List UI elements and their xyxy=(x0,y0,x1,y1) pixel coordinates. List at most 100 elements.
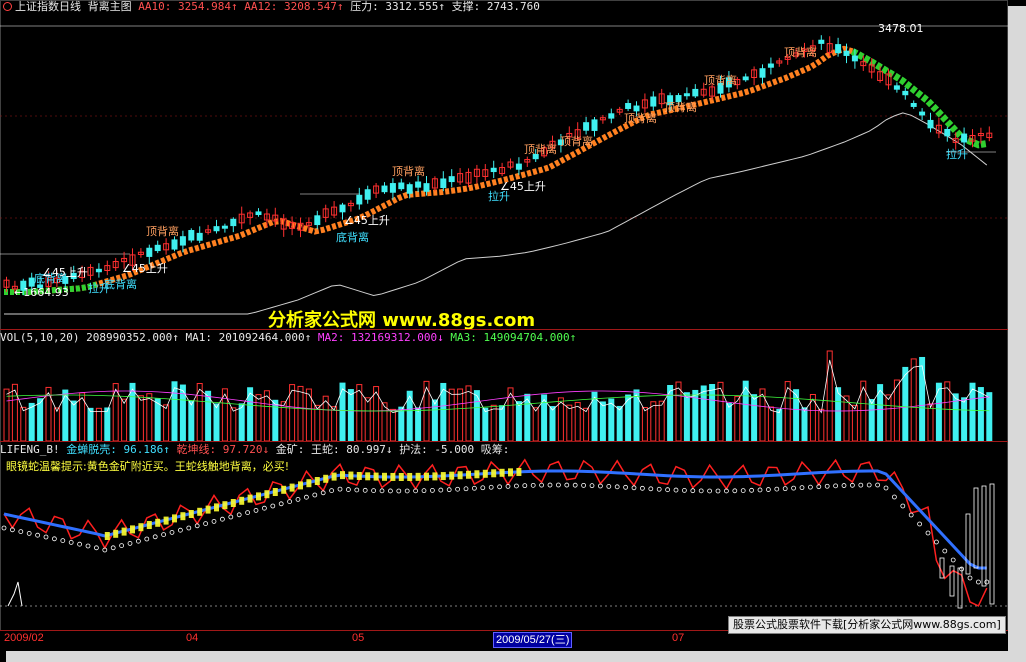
candle xyxy=(944,128,951,137)
wangshe-dot xyxy=(219,516,225,522)
wangshe-dot xyxy=(354,487,360,493)
ind-jinkuang: 金矿: xyxy=(275,443,305,456)
indicator-chart[interactable] xyxy=(0,456,1008,630)
jinkuang-bar xyxy=(348,471,354,480)
panel-separator xyxy=(0,329,1008,330)
jinkuang-bar xyxy=(272,488,278,496)
wangshe-dot xyxy=(539,482,544,488)
jinkuang-bar xyxy=(382,472,387,481)
chart-annotation: 顶背离 xyxy=(704,74,737,87)
volume-bar xyxy=(515,401,522,441)
candle xyxy=(490,167,497,173)
main-header: 上证指数日线 背离主图 AA10: 3254.984↑ AA12: 3208.5… xyxy=(15,0,540,14)
volume-bar xyxy=(885,394,892,441)
volume-bar xyxy=(751,394,758,441)
jinkuang-bar xyxy=(482,469,488,478)
wangshe-dot xyxy=(648,486,654,492)
jinkuang-bar xyxy=(130,525,135,534)
jinchan-line xyxy=(3,469,987,570)
wangshe-dot xyxy=(908,512,914,518)
volume-chart[interactable] xyxy=(0,345,1008,441)
wangshe-dot xyxy=(245,510,251,515)
system-icon[interactable] xyxy=(3,2,12,11)
price-chart[interactable] xyxy=(0,14,1008,330)
wangshe-dot xyxy=(446,487,452,493)
candle xyxy=(650,96,657,107)
volume-bar xyxy=(700,385,707,441)
volume-bar xyxy=(398,406,405,441)
wangshe-dot xyxy=(278,501,284,507)
ind-xichou: 吸筹: xyxy=(480,443,510,456)
candle xyxy=(179,236,186,246)
candle xyxy=(188,230,195,241)
jinkuang-bar xyxy=(146,521,152,529)
volume-bar xyxy=(137,395,144,441)
volume-bar xyxy=(835,387,842,441)
window-shadow-right xyxy=(1008,6,1026,662)
candle xyxy=(389,183,396,193)
volume-bar xyxy=(11,383,18,441)
ind-qiankun: 乾坤线: 97.720↓ xyxy=(176,443,270,456)
volume-bar xyxy=(28,402,35,441)
chart-annotation: ∠45上升 xyxy=(42,266,88,279)
jinkuang-bar xyxy=(457,471,463,480)
volume-bar xyxy=(574,401,581,441)
volume-bar xyxy=(935,382,942,441)
wangshe-dot xyxy=(665,487,670,493)
chart-annotation: 拉升 xyxy=(946,148,968,161)
jinkuang-bar xyxy=(104,532,110,540)
volume-bar xyxy=(457,388,464,441)
wangshe-dot xyxy=(169,530,175,535)
wangshe-dot xyxy=(640,485,645,491)
wangshe-dot xyxy=(514,483,519,489)
volume-bar xyxy=(482,407,489,441)
candle xyxy=(835,44,842,54)
chart-annotation: 顶背离 xyxy=(146,225,179,238)
wangshe-dot xyxy=(270,503,276,509)
wangshe-dot xyxy=(934,539,939,545)
wangshe-dot xyxy=(673,487,679,493)
volume-bar xyxy=(20,406,27,441)
wangshe-dot xyxy=(471,485,477,491)
wangshe-dot xyxy=(337,486,343,492)
wangshe-dot xyxy=(682,488,687,493)
wangshe-dot xyxy=(757,487,763,493)
volume-bar xyxy=(776,408,783,441)
jinkuang-bar xyxy=(197,507,203,516)
jinkuang-bar xyxy=(432,472,438,481)
volume-bar xyxy=(3,388,10,441)
volume-bar xyxy=(364,397,371,441)
volume-bar xyxy=(263,390,270,441)
candle xyxy=(961,133,968,143)
cursor-date: 2009/05/27(三) xyxy=(493,632,573,648)
volume-bar xyxy=(389,408,396,441)
candle xyxy=(146,247,153,257)
volume-bar xyxy=(297,385,304,441)
jinkuang-bar xyxy=(205,505,211,514)
jinkuang-bar xyxy=(306,479,312,488)
candle xyxy=(356,194,363,205)
ad-link[interactable]: 股票公式股票软件下载[分析家公式网www.88gs.com] xyxy=(728,616,1006,634)
volume-bar xyxy=(977,387,984,441)
wangshe-dot xyxy=(917,521,922,527)
jinkuang-bar xyxy=(289,483,295,492)
candle xyxy=(381,185,388,193)
wangshe-dot xyxy=(396,488,402,494)
wangshe-dot xyxy=(345,487,351,492)
volume-bar xyxy=(566,404,573,441)
jinkuang-bar xyxy=(113,529,119,538)
volume-bar xyxy=(499,405,506,441)
vol-name: VOL(5,10,20) xyxy=(0,331,80,344)
panel-separator-2 xyxy=(0,441,1008,442)
wangshe-dot xyxy=(455,486,461,492)
wangshe-dot xyxy=(379,488,385,494)
volume-bar xyxy=(944,381,951,441)
chart-annotation: 顶背离 xyxy=(560,135,593,148)
vol-ma3-line xyxy=(6,394,990,412)
volume-bar xyxy=(784,381,791,441)
wangshe-dot xyxy=(556,482,561,488)
jinkuang-bar xyxy=(466,470,471,479)
jinkuang-bar xyxy=(172,514,177,523)
chart-annotation: ∠45上升 xyxy=(344,214,390,227)
candle xyxy=(423,183,430,192)
